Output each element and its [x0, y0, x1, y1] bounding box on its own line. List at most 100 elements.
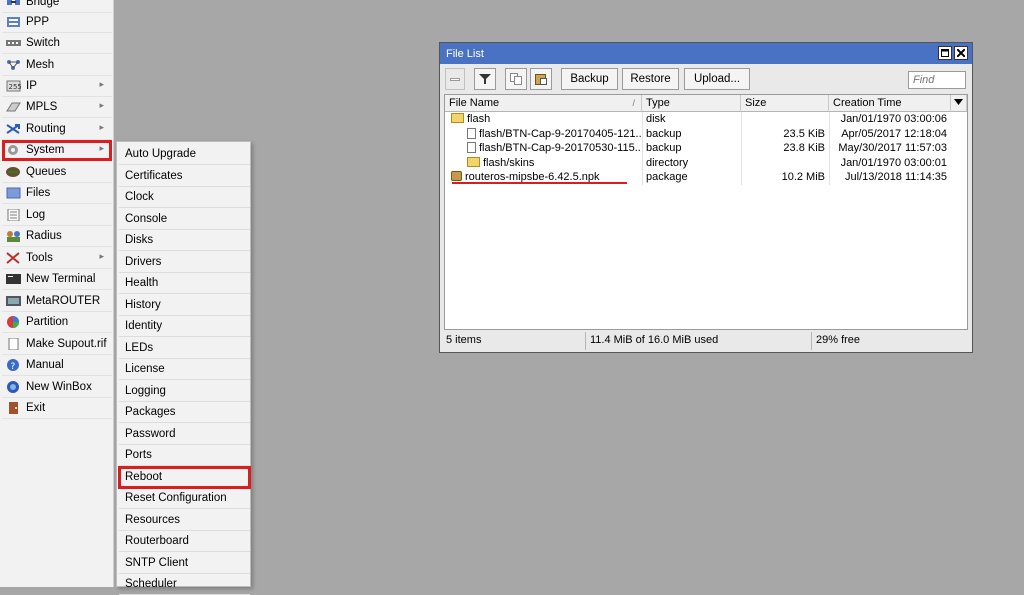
submenu-item-reset-configuration[interactable]: Reset Configuration — [119, 488, 250, 509]
main-menu: Bridge PPP Switch Mesh 255 IP ▸ MPLS ▸ R… — [0, 0, 114, 587]
table-row[interactable]: flash/BTN-Cap-9-20170530-115... backup 2… — [445, 141, 967, 156]
submenu-item-sntp-client[interactable]: SNTP Client — [119, 553, 250, 574]
file-size — [741, 156, 825, 171]
file-creation-time: Jul/13/2018 11:14:35 — [845, 171, 947, 183]
menu-item-label: Log — [26, 209, 46, 221]
system-submenu: Auto Upgrade Certificates Clock Console … — [116, 141, 251, 595]
menu-item-exit[interactable]: Exit — [2, 398, 112, 419]
submenu-item-license[interactable]: License — [119, 359, 250, 380]
file-icon — [467, 127, 476, 139]
menu-item-ip[interactable]: 255 IP ▸ — [2, 76, 112, 97]
copy-icon — [510, 73, 522, 85]
file-creation-time: Apr/05/2017 12:18:04 — [841, 127, 947, 140]
submenu-item-password[interactable]: Password — [119, 424, 250, 445]
column-header-type[interactable]: Type — [642, 95, 741, 112]
menu-item-make-supout[interactable]: Make Supout.rif — [2, 334, 112, 355]
table-row[interactable]: flash/BTN-Cap-9-20170405-121... backup 2… — [445, 127, 967, 142]
close-icon[interactable] — [954, 46, 968, 60]
column-header-size[interactable]: Size — [741, 95, 829, 112]
submenu-item-disks[interactable]: Disks — [119, 230, 250, 251]
file-type: directory — [646, 156, 689, 169]
submenu-item-drivers[interactable]: Drivers — [119, 252, 250, 273]
menu-item-tools[interactable]: Tools ▸ — [2, 248, 112, 269]
submenu-item-auto-upgrade[interactable]: Auto Upgrade — [119, 144, 250, 165]
submenu-item-reboot[interactable]: Reboot — [118, 465, 251, 489]
submenu-item-ports[interactable]: Ports — [119, 445, 250, 466]
paste-button[interactable] — [530, 68, 552, 90]
file-name: flash/skins — [483, 156, 535, 169]
find-input[interactable] — [908, 71, 966, 89]
menu-item-manual[interactable]: ? Manual — [2, 355, 112, 376]
partition-icon — [6, 315, 21, 329]
submenu-item-clock[interactable]: Clock — [119, 187, 250, 208]
file-list-window: File List Backup Restore Upload... File … — [439, 42, 973, 353]
maximize-icon[interactable] — [938, 46, 952, 60]
column-chooser-button[interactable] — [951, 95, 967, 112]
submenu-item-logging[interactable]: Logging — [119, 381, 250, 402]
submenu-item-scheduler[interactable]: Scheduler — [119, 574, 250, 595]
menu-item-label: PPP — [26, 16, 50, 28]
terminal-icon — [6, 272, 21, 286]
submenu-item-health[interactable]: Health — [119, 273, 250, 294]
submenu-arrow-icon: ▸ — [99, 79, 104, 89]
table-row[interactable]: flash disk Jan/01/1970 03:00:06 — [445, 112, 967, 127]
menu-item-label: Radius — [26, 230, 62, 242]
menu-item-label: Queues — [26, 166, 67, 178]
column-header-file-name[interactable]: File Name / — [445, 95, 642, 112]
submenu-item-identity[interactable]: Identity — [119, 316, 250, 337]
menu-item-label: Exit — [26, 402, 46, 414]
filter-button[interactable] — [474, 68, 496, 90]
menu-item-files[interactable]: Files — [2, 183, 112, 204]
submenu-item-leds[interactable]: LEDs — [119, 338, 250, 359]
menu-item-mesh[interactable]: Mesh — [2, 55, 112, 76]
file-size — [741, 112, 825, 127]
submenu-item-resources[interactable]: Resources — [119, 510, 250, 531]
table-row[interactable]: flash/skins directory Jan/01/1970 03:00:… — [445, 156, 967, 171]
submenu-item-history[interactable]: History — [119, 295, 250, 316]
exit-icon — [6, 401, 21, 415]
file-creation-time: Jan/01/1970 03:00:01 — [840, 156, 947, 169]
winbox-icon — [6, 380, 21, 394]
menu-item-label: System — [26, 144, 65, 156]
menu-item-ppp[interactable]: PPP — [2, 12, 112, 33]
submenu-item-routerboard[interactable]: Routerboard — [119, 531, 250, 552]
menu-item-switch[interactable]: Switch — [2, 33, 112, 54]
menu-item-partition[interactable]: Partition — [2, 312, 112, 333]
upload-button[interactable]: Upload... — [684, 68, 750, 90]
menu-item-label: Routing — [26, 123, 66, 135]
submenu-item-certificates[interactable]: Certificates — [119, 166, 250, 187]
menu-item-label: Tools — [26, 252, 53, 264]
copy-button[interactable] — [505, 68, 527, 90]
window-titlebar[interactable]: File List — [440, 43, 972, 64]
menu-item-metarouter[interactable]: MetaROUTER — [2, 291, 112, 312]
menu-item-mpls[interactable]: MPLS ▸ — [2, 97, 112, 118]
menu-item-queues[interactable]: Queues — [2, 162, 112, 183]
file-type: package — [646, 171, 688, 183]
column-header-creation-time[interactable]: Creation Time — [829, 95, 951, 112]
submenu-item-packages[interactable]: Packages — [119, 402, 250, 423]
menu-item-new-winbox[interactable]: New WinBox — [2, 377, 112, 398]
menu-item-radius[interactable]: Radius — [2, 226, 112, 247]
submenu-item-console[interactable]: Console — [119, 209, 250, 230]
status-disk-free: 29% free — [816, 334, 861, 346]
submenu-arrow-icon: ▸ — [99, 100, 104, 110]
window-title: File List — [446, 47, 484, 60]
menu-item-label: IP — [26, 80, 37, 92]
menu-item-routing[interactable]: Routing ▸ — [2, 119, 112, 140]
svg-text:?: ? — [11, 362, 16, 371]
chevron-down-icon — [954, 99, 963, 105]
menu-item-log[interactable]: Log — [2, 205, 112, 226]
gear-icon — [6, 143, 21, 157]
log-icon — [6, 208, 21, 222]
submenu-arrow-icon: ▸ — [99, 143, 104, 153]
file-type: backup — [646, 127, 682, 140]
routing-icon — [6, 122, 21, 136]
restore-button[interactable]: Restore — [622, 68, 679, 90]
backup-button[interactable]: Backup — [561, 68, 618, 90]
menu-item-system[interactable]: System ▸ — [2, 140, 112, 161]
document-icon — [6, 337, 21, 351]
mesh-icon — [6, 58, 21, 72]
remove-button[interactable] — [445, 68, 465, 90]
menu-item-label: Switch — [26, 37, 60, 49]
menu-item-new-terminal[interactable]: New Terminal — [2, 269, 112, 290]
